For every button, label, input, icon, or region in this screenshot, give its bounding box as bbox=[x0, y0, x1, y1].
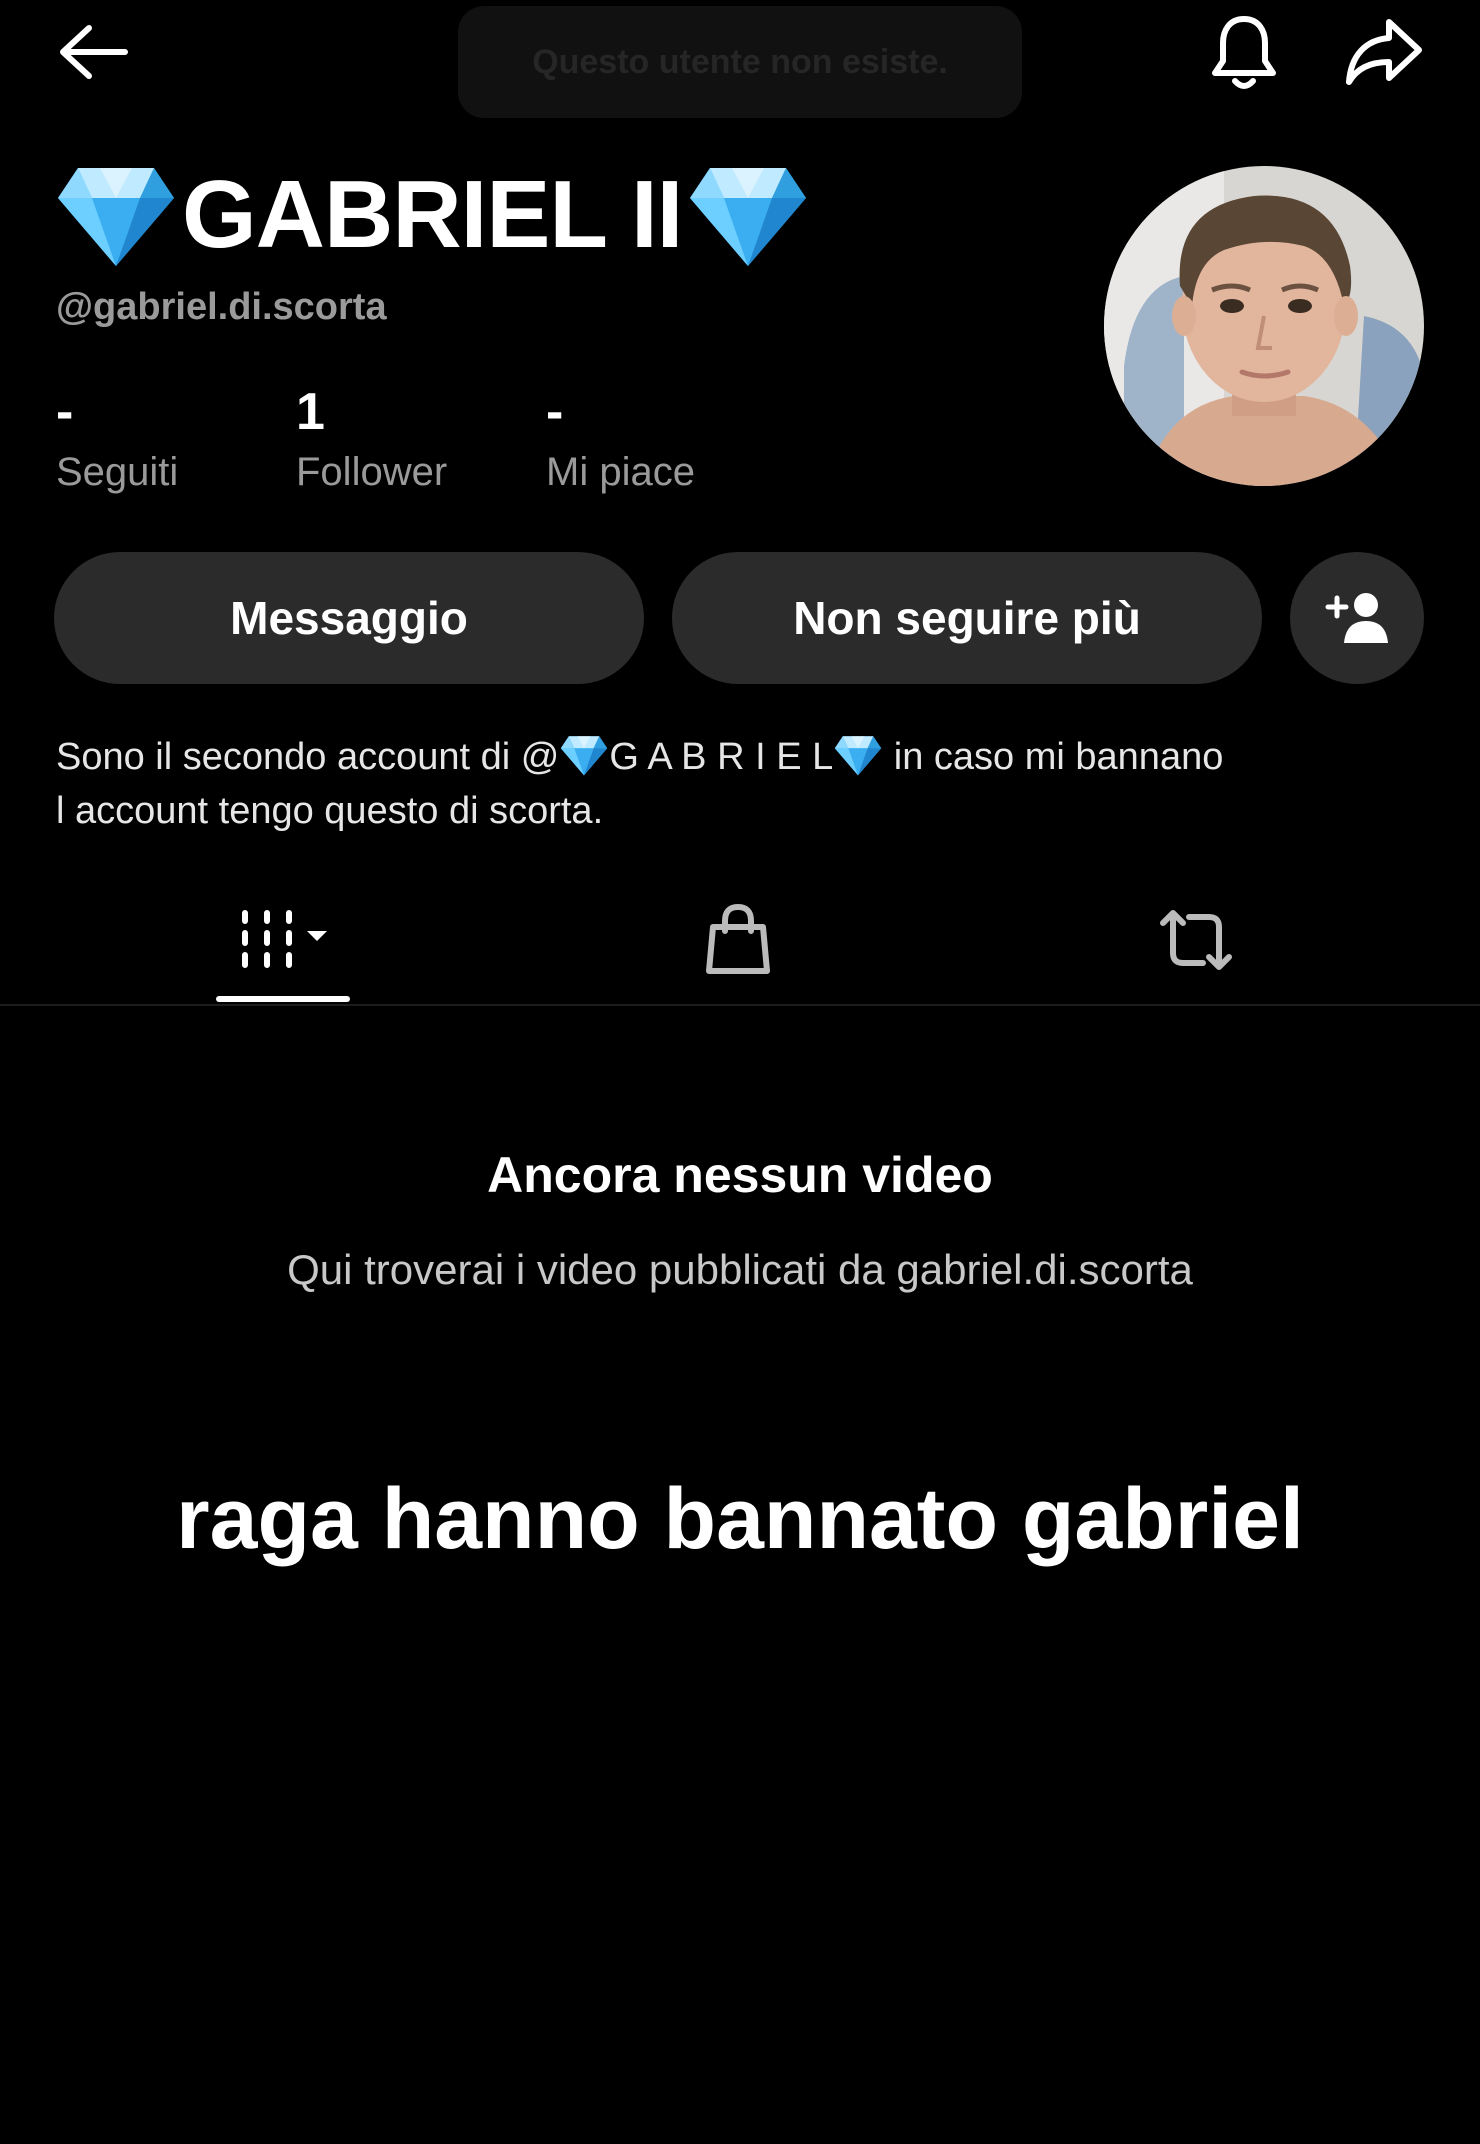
gem-icon bbox=[688, 160, 808, 270]
active-tab-indicator bbox=[216, 996, 350, 1002]
videos-grid-icon bbox=[242, 910, 327, 968]
bio-line-1: Sono il secondo account di @ G A B R I E … bbox=[56, 730, 1436, 784]
notifications-button[interactable] bbox=[1200, 10, 1288, 94]
gem-icon bbox=[559, 733, 609, 777]
unfollow-button[interactable]: Non seguire più bbox=[672, 552, 1262, 684]
gem-icon bbox=[56, 160, 176, 270]
avatar-photo bbox=[1104, 166, 1424, 486]
avatar[interactable] bbox=[1104, 166, 1424, 486]
arrow-left-icon bbox=[60, 25, 128, 79]
display-name: GABRIEL II bbox=[56, 160, 808, 270]
message-button[interactable]: Messaggio bbox=[54, 552, 644, 684]
tab-divider bbox=[0, 1004, 1480, 1006]
bio-text-end: in caso mi bannano bbox=[883, 736, 1224, 778]
gem-icon bbox=[833, 733, 883, 777]
repost-icon bbox=[1160, 910, 1232, 970]
share-button[interactable] bbox=[1336, 10, 1432, 94]
empty-state-subtitle: Qui troverai i video pubblicati da gabri… bbox=[287, 1246, 1193, 1293]
share-icon bbox=[1346, 19, 1422, 85]
display-name-text: GABRIEL II bbox=[182, 161, 683, 268]
bio-text-start: Sono il secondo account di @ bbox=[56, 736, 560, 778]
add-friend-button[interactable] bbox=[1290, 552, 1424, 684]
stat-followers-value: 1 bbox=[296, 383, 325, 441]
empty-state-title: Ancora nessun video bbox=[487, 1147, 993, 1203]
username-handle: @gabriel.di.scorta bbox=[56, 286, 387, 328]
stat-followers-label: Follower bbox=[296, 450, 448, 494]
bio-line-2: l account tengo questo di scorta. bbox=[56, 790, 604, 832]
stat-following-value: - bbox=[56, 383, 74, 441]
stat-likes-value: - bbox=[546, 383, 564, 441]
stat-likes-label: Mi piace bbox=[546, 450, 695, 494]
overlay-caption: raga hanno bannato gabriel bbox=[176, 1471, 1304, 1567]
stat-following-label: Seguiti bbox=[56, 450, 179, 494]
tab-shop[interactable] bbox=[680, 880, 796, 1000]
bell-icon bbox=[1212, 16, 1276, 89]
add-user-icon bbox=[1325, 593, 1388, 643]
bio-mention[interactable]: G A B R I E L bbox=[609, 736, 833, 778]
toast-message: Questo utente non esiste. bbox=[458, 6, 1022, 118]
back-button[interactable] bbox=[48, 14, 136, 90]
tab-reposts[interactable] bbox=[1136, 880, 1256, 1000]
shopping-bag-icon bbox=[706, 903, 770, 974]
bio: Sono il secondo account di @ G A B R I E … bbox=[56, 730, 1436, 838]
tab-videos[interactable] bbox=[216, 880, 350, 1000]
